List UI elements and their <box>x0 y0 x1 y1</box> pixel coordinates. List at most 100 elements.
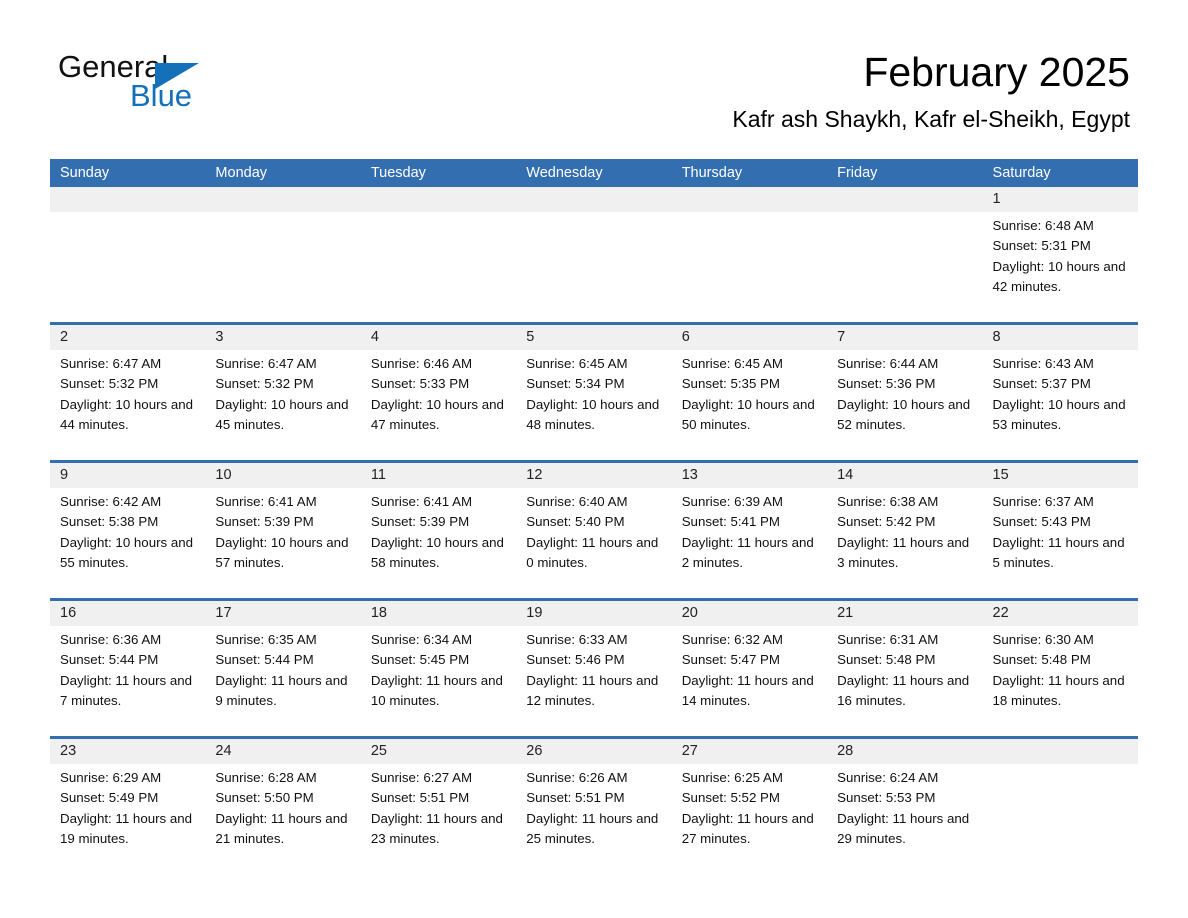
calendar-page: General Blue February 2025 Kafr ash Shay… <box>0 0 1188 918</box>
weekday-header-wednesday: Wednesday <box>526 165 603 181</box>
sunrise-text: Sunrise: 6:30 AM <box>992 632 1094 647</box>
day-info: Sunrise: 6:41 AM Sunset: 5:39 PM Daylight:… <box>215 492 354 573</box>
sunrise-text: Sunrise: 6:34 AM <box>370 632 473 647</box>
day-cell[interactable]: 21 Sunrise: 6:31 AM Sunset: 5:48 PM Dayligh… <box>827 601 982 736</box>
day-cell[interactable]: 14 Sunrise: 6:38 AM Sunset: 5:42 PM Dayligh… <box>827 463 982 598</box>
sunrise-text: Sunrise: 6:43 AM <box>992 356 1094 371</box>
calendar-week-row: 23 Sunrise: 6:29 AM Sunset: 5:49 PM Dayligh… <box>50 736 1138 874</box>
day-number: 3 <box>215 329 224 345</box>
day-cell[interactable]: 7 Sunrise: 6:44 AM Sunset: 5:36 PM Daylight… <box>827 325 982 460</box>
sunset-text: Sunset: 5:51 PM <box>370 790 470 806</box>
day-cell[interactable]: 3 Sunrise: 6:47 AM Sunset: 5:32 PM Daylight… <box>205 325 360 460</box>
sunset-text: Sunset: 5:41 PM <box>681 514 780 530</box>
sunset-text: Sunset: 5:33 PM <box>370 376 470 392</box>
sunrise-text: Sunrise: 6:39 AM <box>681 494 783 509</box>
daylight-text: Daylight: 10 hours and 44 minutes. <box>60 396 194 432</box>
day-cell[interactable]: 6 Sunrise: 6:45 AM Sunset: 5:35 PM Daylight… <box>672 325 827 460</box>
sunrise-text: Sunrise: 6:42 AM <box>60 494 162 509</box>
day-info: Sunrise: 6:32 AM Sunset: 5:47 PM Daylight:… <box>682 630 821 711</box>
day-number: 25 <box>370 743 387 759</box>
sunset-text: Sunset: 5:39 PM <box>215 514 314 530</box>
day-cell[interactable]: 17 Sunrise: 6:35 AM Sunset: 5:44 PM Dayligh… <box>205 601 360 736</box>
daylight-text: Daylight: 11 hours and 10 minutes. <box>370 672 503 708</box>
day-cell[interactable]: 15 Sunrise: 6:37 AM Sunset: 5:43 PM Dayligh… <box>983 463 1138 598</box>
day-info: Sunrise: 6:35 AM Sunset: 5:44 PM Daylight:… <box>215 630 354 711</box>
day-cell[interactable]: 10 Sunrise: 6:41 AM Sunset: 5:39 PM Dayligh… <box>205 463 360 598</box>
day-info: Sunrise: 6:43 AM Sunset: 5:37 PM Daylight:… <box>993 354 1132 435</box>
sunset-text: Sunset: 5:49 PM <box>60 790 159 806</box>
sunrise-text: Sunrise: 6:45 AM <box>526 356 628 371</box>
title-block: February 2025 Kafr ash Shaykh, Kafr el-S… <box>732 48 1130 134</box>
calendar-weeks: 1 Sunrise: 6:48 AM Sunset: 5:31 PM Daylight… <box>50 187 1138 874</box>
day-cell[interactable]: 9 Sunrise: 6:42 AM Sunset: 5:38 PM Daylight… <box>50 463 205 598</box>
day-number: 22 <box>992 605 1009 621</box>
daylight-text: Daylight: 11 hours and 27 minutes. <box>681 810 814 846</box>
day-cell[interactable]: 24 Sunrise: 6:28 AM Sunset: 5:50 PM Dayligh… <box>205 739 360 874</box>
day-cell-empty <box>983 739 1138 874</box>
sunrise-text: Sunrise: 6:45 AM <box>681 356 783 371</box>
logo-triangle-icon <box>155 63 199 89</box>
sunset-text: Sunset: 5:45 PM <box>370 652 470 668</box>
day-cell[interactable]: 8 Sunrise: 6:43 AM Sunset: 5:37 PM Daylight… <box>983 325 1138 460</box>
day-cell[interactable]: 23 Sunrise: 6:29 AM Sunset: 5:49 PM Dayligh… <box>50 739 205 874</box>
sunset-text: Sunset: 5:44 PM <box>60 652 159 668</box>
day-cell[interactable]: 12 Sunrise: 6:40 AM Sunset: 5:40 PM Dayligh… <box>516 463 671 598</box>
day-cell[interactable]: 5 Sunrise: 6:45 AM Sunset: 5:34 PM Daylight… <box>516 325 671 460</box>
day-cell-empty <box>361 187 516 322</box>
weekday-header-sunday: Sunday <box>60 165 110 181</box>
sunset-text: Sunset: 5:34 PM <box>526 376 625 392</box>
day-cell[interactable]: 19 Sunrise: 6:33 AM Sunset: 5:46 PM Dayligh… <box>516 601 671 736</box>
daylight-text: Daylight: 10 hours and 58 minutes. <box>370 534 504 570</box>
day-cell[interactable]: 26 Sunrise: 6:26 AM Sunset: 5:51 PM Dayligh… <box>516 739 671 874</box>
day-number: 6 <box>681 329 690 345</box>
sunrise-text: Sunrise: 6:24 AM <box>837 770 939 785</box>
weekday-header-tuesday: Tuesday <box>370 165 426 181</box>
day-number: 8 <box>992 329 1001 345</box>
day-cell[interactable]: 18 Sunrise: 6:34 AM Sunset: 5:45 PM Dayligh… <box>361 601 516 736</box>
day-cell[interactable]: 28 Sunrise: 6:24 AM Sunset: 5:53 PM Dayligh… <box>827 739 982 874</box>
day-number: 1 <box>992 191 1001 207</box>
day-cell[interactable]: 13 Sunrise: 6:39 AM Sunset: 5:41 PM Dayligh… <box>672 463 827 598</box>
sunrise-text: Sunrise: 6:48 AM <box>992 218 1094 233</box>
daylight-text: Daylight: 10 hours and 57 minutes. <box>215 534 349 570</box>
sunset-text: Sunset: 5:53 PM <box>837 790 936 806</box>
daylight-text: Daylight: 10 hours and 45 minutes. <box>215 396 349 432</box>
daylight-text: Daylight: 11 hours and 21 minutes. <box>215 810 348 846</box>
day-info: Sunrise: 6:44 AM Sunset: 5:36 PM Daylight:… <box>837 354 976 435</box>
daylight-text: Daylight: 10 hours and 55 minutes. <box>60 534 194 570</box>
day-number: 9 <box>60 467 69 483</box>
day-cell[interactable]: 11 Sunrise: 6:41 AM Sunset: 5:39 PM Dayligh… <box>361 463 516 598</box>
day-cell[interactable]: 4 Sunrise: 6:46 AM Sunset: 5:33 PM Daylight… <box>361 325 516 460</box>
day-cell[interactable]: 22 Sunrise: 6:30 AM Sunset: 5:48 PM Dayligh… <box>983 601 1138 736</box>
day-cell[interactable]: 20 Sunrise: 6:32 AM Sunset: 5:47 PM Dayligh… <box>672 601 827 736</box>
sunrise-text: Sunrise: 6:25 AM <box>681 770 783 785</box>
day-number: 12 <box>526 467 543 483</box>
daylight-text: Daylight: 10 hours and 50 minutes. <box>681 396 815 432</box>
sunset-text: Sunset: 5:32 PM <box>60 376 159 392</box>
daylight-text: Daylight: 10 hours and 53 minutes. <box>992 396 1126 432</box>
day-cell[interactable]: 16 Sunrise: 6:36 AM Sunset: 5:44 PM Dayligh… <box>50 601 205 736</box>
sunset-text: Sunset: 5:39 PM <box>370 514 470 530</box>
day-number: 5 <box>526 329 535 345</box>
general-blue-logo[interactable]: General Blue <box>58 50 258 112</box>
location-subtitle: Kafr ash Shaykh, Kafr el-Sheikh, Egypt <box>732 106 1130 132</box>
day-cell[interactable]: 27 Sunrise: 6:25 AM Sunset: 5:52 PM Dayligh… <box>672 739 827 874</box>
day-info: Sunrise: 6:31 AM Sunset: 5:48 PM Daylight:… <box>837 630 976 711</box>
day-info: Sunrise: 6:47 AM Sunset: 5:32 PM Daylight:… <box>215 354 354 435</box>
day-info: Sunrise: 6:36 AM Sunset: 5:44 PM Daylight:… <box>60 630 199 711</box>
daylight-text: Daylight: 10 hours and 47 minutes. <box>370 396 504 432</box>
sunrise-text: Sunrise: 6:41 AM <box>370 494 473 509</box>
day-cell[interactable]: 25 Sunrise: 6:27 AM Sunset: 5:51 PM Dayligh… <box>361 739 516 874</box>
sunrise-text: Sunrise: 6:41 AM <box>215 494 317 509</box>
day-cell-empty <box>516 187 671 322</box>
day-number: 14 <box>837 467 854 483</box>
daylight-text: Daylight: 11 hours and 19 minutes. <box>60 810 193 846</box>
sunset-text: Sunset: 5:35 PM <box>681 376 780 392</box>
day-cell[interactable]: 1 Sunrise: 6:48 AM Sunset: 5:31 PM Daylight… <box>983 187 1138 322</box>
day-number: 2 <box>60 329 69 345</box>
sunrise-text: Sunrise: 6:26 AM <box>526 770 628 785</box>
sunrise-text: Sunrise: 6:44 AM <box>837 356 939 371</box>
sunset-text: Sunset: 5:36 PM <box>837 376 936 392</box>
day-cell[interactable]: 2 Sunrise: 6:47 AM Sunset: 5:32 PM Daylight… <box>50 325 205 460</box>
sunrise-text: Sunrise: 6:46 AM <box>370 356 473 371</box>
